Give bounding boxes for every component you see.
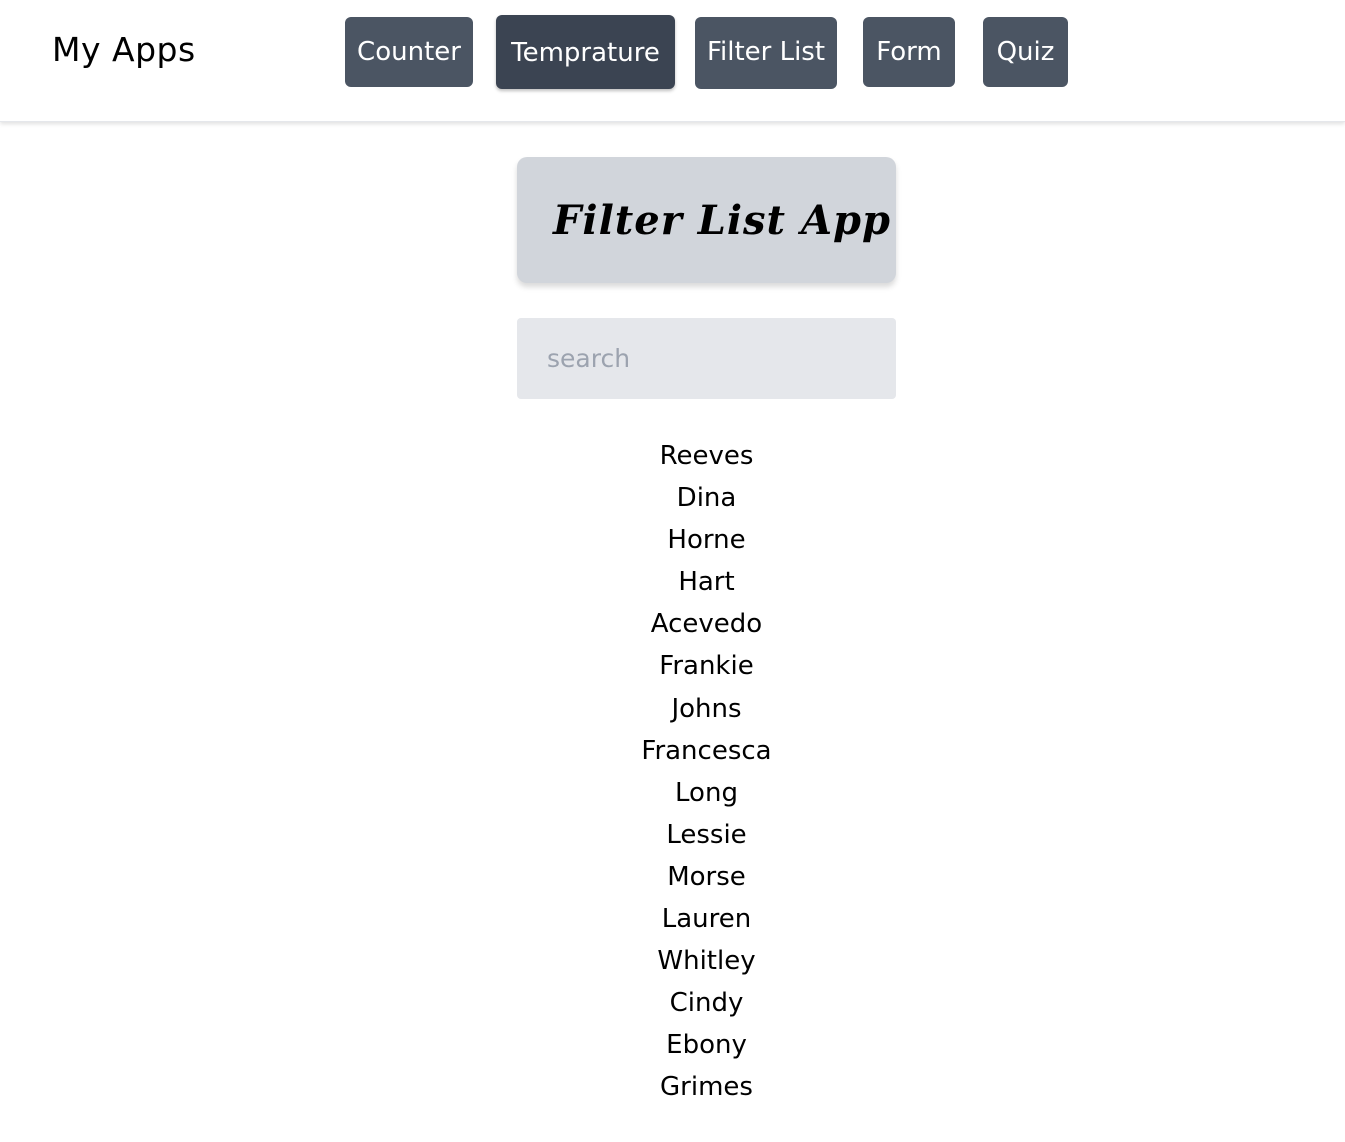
list-item: Morse xyxy=(667,861,746,892)
list-item: Johns xyxy=(671,693,742,724)
list-item: Reeves xyxy=(659,441,754,471)
list-item: Francesca xyxy=(641,735,772,766)
list-item: Whitley xyxy=(657,946,756,977)
list-item: Frankie xyxy=(659,651,754,682)
nav-button-filter-list[interactable]: Filter List xyxy=(695,17,837,89)
list-item: Lessie xyxy=(666,819,747,850)
search-input[interactable] xyxy=(517,318,896,399)
nav-button-form[interactable]: Form xyxy=(863,17,955,87)
nav-button-quiz[interactable]: Quiz xyxy=(983,17,1068,87)
list-item: Horne xyxy=(667,525,746,556)
nav-button-temprature[interactable]: Temprature xyxy=(496,15,675,89)
list-item: Dina xyxy=(676,483,737,514)
list-item: Lauren xyxy=(661,904,752,935)
app-title-card: Filter List App xyxy=(517,157,896,283)
list-item: Long xyxy=(675,777,738,808)
name-list: Reeves Dina Horne Hart Acevedo Frankie Johns Fr… xyxy=(517,435,896,1109)
nav-button-counter[interactable]: Counter xyxy=(345,17,473,87)
list-item: Ebony xyxy=(666,1030,747,1061)
list-item: Acevedo xyxy=(650,609,763,640)
page-title: Filter List App xyxy=(553,197,891,244)
list-item: Hart xyxy=(678,567,735,598)
brand-title: My Apps xyxy=(52,30,196,69)
list-item: Cindy xyxy=(669,988,744,1019)
list-item: Grimes xyxy=(660,1072,753,1103)
top-navbar: My Apps Counter Temprature Filter List F… xyxy=(0,0,1345,122)
